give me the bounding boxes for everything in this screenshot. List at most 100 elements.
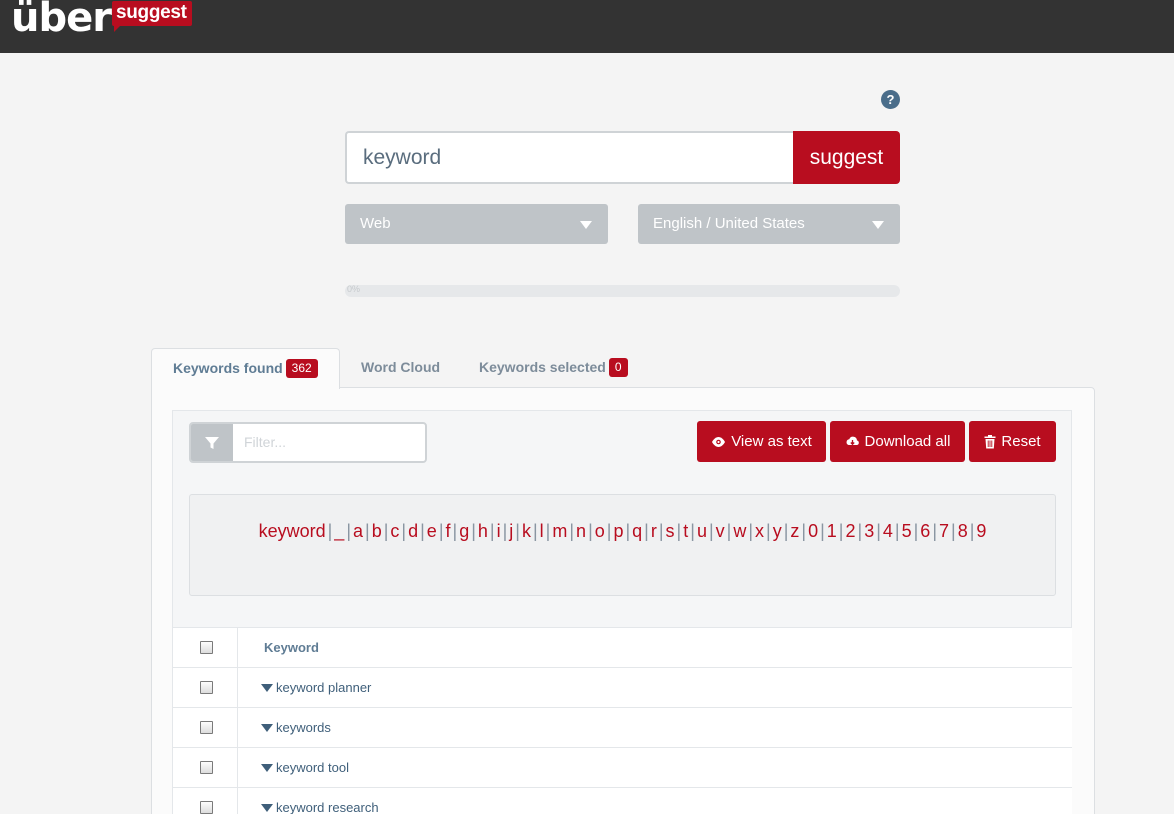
expand-caret-icon[interactable] (261, 764, 273, 772)
checkbox-cell (173, 628, 238, 667)
alphabet-link[interactable]: n (576, 521, 586, 541)
expand-caret-icon[interactable] (261, 724, 273, 732)
filter-input[interactable]: Filter... (244, 424, 286, 461)
filter-field[interactable]: Filter... (189, 422, 427, 463)
search-input[interactable]: keyword (345, 131, 794, 184)
alphabet-link[interactable]: 7 (939, 521, 949, 541)
separator: | (748, 521, 754, 541)
alphabet-link[interactable]: i (497, 521, 501, 541)
expand-caret-icon[interactable] (261, 684, 273, 692)
keyword-cell[interactable]: keyword planner (261, 668, 371, 708)
row-checkbox[interactable] (200, 801, 213, 814)
alphabet-link[interactable]: c (390, 521, 399, 541)
alphabet-link[interactable]: p (613, 521, 623, 541)
progress-bar: 0% (345, 284, 900, 297)
alphabet-link[interactable]: g (459, 521, 469, 541)
alphabet-link[interactable]: z (790, 521, 799, 541)
alphabet-link[interactable]: 2 (845, 521, 855, 541)
top-bar: über suggest (0, 0, 1174, 53)
progress-label: 0% (347, 284, 361, 294)
view-as-text-button[interactable]: View as text (697, 421, 826, 462)
separator: | (401, 521, 407, 541)
alphabet-link[interactable]: h (478, 521, 488, 541)
table-row: keywords (173, 708, 1072, 748)
alphabet-link[interactable]: 3 (864, 521, 874, 541)
separator: | (420, 521, 425, 541)
tab-keywords-selected[interactable]: Keywords selected 0 (479, 348, 628, 388)
keyword-text: keyword tool (276, 760, 349, 775)
alphabet-link[interactable]: _ (334, 521, 344, 541)
trash-icon (984, 434, 996, 448)
keyword-text: keywords (276, 720, 331, 735)
alphabet-link[interactable]: keyword (259, 521, 326, 541)
alphabet-link[interactable]: u (697, 521, 707, 541)
alphabet-link[interactable]: j (509, 521, 513, 541)
separator: | (515, 521, 520, 541)
separator: | (327, 521, 333, 541)
caret-down-icon (580, 221, 592, 229)
logo[interactable]: über suggest (11, 0, 192, 40)
alphabet-link[interactable]: 6 (920, 521, 930, 541)
alphabet-link[interactable]: 9 (976, 521, 986, 541)
separator: | (838, 521, 844, 541)
alphabet-link[interactable]: e (427, 521, 437, 541)
alphabet-link[interactable]: 8 (958, 521, 968, 541)
alphabet-link[interactable]: a (353, 521, 363, 541)
alphabet-link[interactable]: q (632, 521, 642, 541)
row-checkbox[interactable] (200, 681, 213, 694)
alphabet-link[interactable]: b (372, 521, 382, 541)
alphabet-link[interactable]: r (651, 521, 657, 541)
keyword-column-header[interactable]: Keyword (264, 628, 319, 668)
separator: | (489, 521, 495, 541)
separator: | (820, 521, 825, 541)
row-checkbox[interactable] (200, 721, 213, 734)
suggest-button[interactable]: suggest (793, 131, 900, 184)
alphabet-link[interactable]: x (755, 521, 764, 541)
row-checkbox[interactable] (200, 761, 213, 774)
tab-word-cloud[interactable]: Word Cloud (361, 348, 440, 388)
table-row: keyword planner (173, 668, 1072, 708)
language-select-value: English / United States (653, 215, 805, 232)
checkbox-cell (173, 708, 238, 747)
keyword-cell[interactable]: keyword tool (261, 748, 349, 788)
alphabet-link[interactable]: w (733, 521, 746, 541)
alphabet-link[interactable]: d (408, 521, 418, 541)
alphabet-link[interactable]: s (666, 521, 675, 541)
separator: | (452, 521, 458, 541)
alphabet-link[interactable]: 5 (902, 521, 912, 541)
logo-sub: suggest (111, 1, 192, 32)
alphabet-link[interactable]: l (540, 521, 544, 541)
checkbox-cell (173, 788, 238, 814)
help-icon[interactable]: ? (881, 90, 900, 109)
separator: | (708, 521, 714, 541)
keywords-table: Keyword keyword planner keywords keyword… (173, 627, 1072, 814)
alphabet-link[interactable]: 4 (883, 521, 893, 541)
tab-keywords-found[interactable]: Keywords found 362 (151, 348, 340, 389)
alphabet-link[interactable]: f (446, 521, 451, 541)
keyword-cell[interactable]: keywords (261, 708, 331, 748)
alphabet-link[interactable]: 0 (808, 521, 818, 541)
reset-button[interactable]: Reset (969, 421, 1056, 462)
alphabet-link[interactable]: o (595, 521, 605, 541)
expand-caret-icon[interactable] (261, 804, 273, 812)
download-all-label: Download all (864, 433, 951, 450)
alphabet-filter: keyword | _ | a | b | c | d | e | f | g | h | i | j | k | l | m | n | o |… (189, 494, 1056, 596)
alphabet-link[interactable]: t (683, 521, 688, 541)
keyword-text: keyword research (276, 800, 379, 814)
alphabet-link[interactable]: y (773, 521, 782, 541)
alphabet-link[interactable]: k (522, 521, 531, 541)
select-all-checkbox[interactable] (200, 641, 213, 654)
separator: | (766, 521, 771, 541)
separator: | (658, 521, 664, 541)
alphabet-link[interactable]: 1 (827, 521, 837, 541)
keyword-cell[interactable]: keyword research (261, 788, 379, 814)
alphabet-link[interactable]: m (552, 521, 567, 541)
source-select[interactable]: Web (345, 204, 608, 244)
table-row: keyword tool (173, 748, 1072, 788)
keywords-selected-badge: 0 (608, 358, 628, 377)
language-select[interactable]: English / United States (638, 204, 900, 244)
separator: | (365, 521, 370, 541)
separator: | (801, 521, 807, 541)
download-all-button[interactable]: Download all (830, 421, 965, 462)
alphabet-link[interactable]: v (716, 521, 725, 541)
